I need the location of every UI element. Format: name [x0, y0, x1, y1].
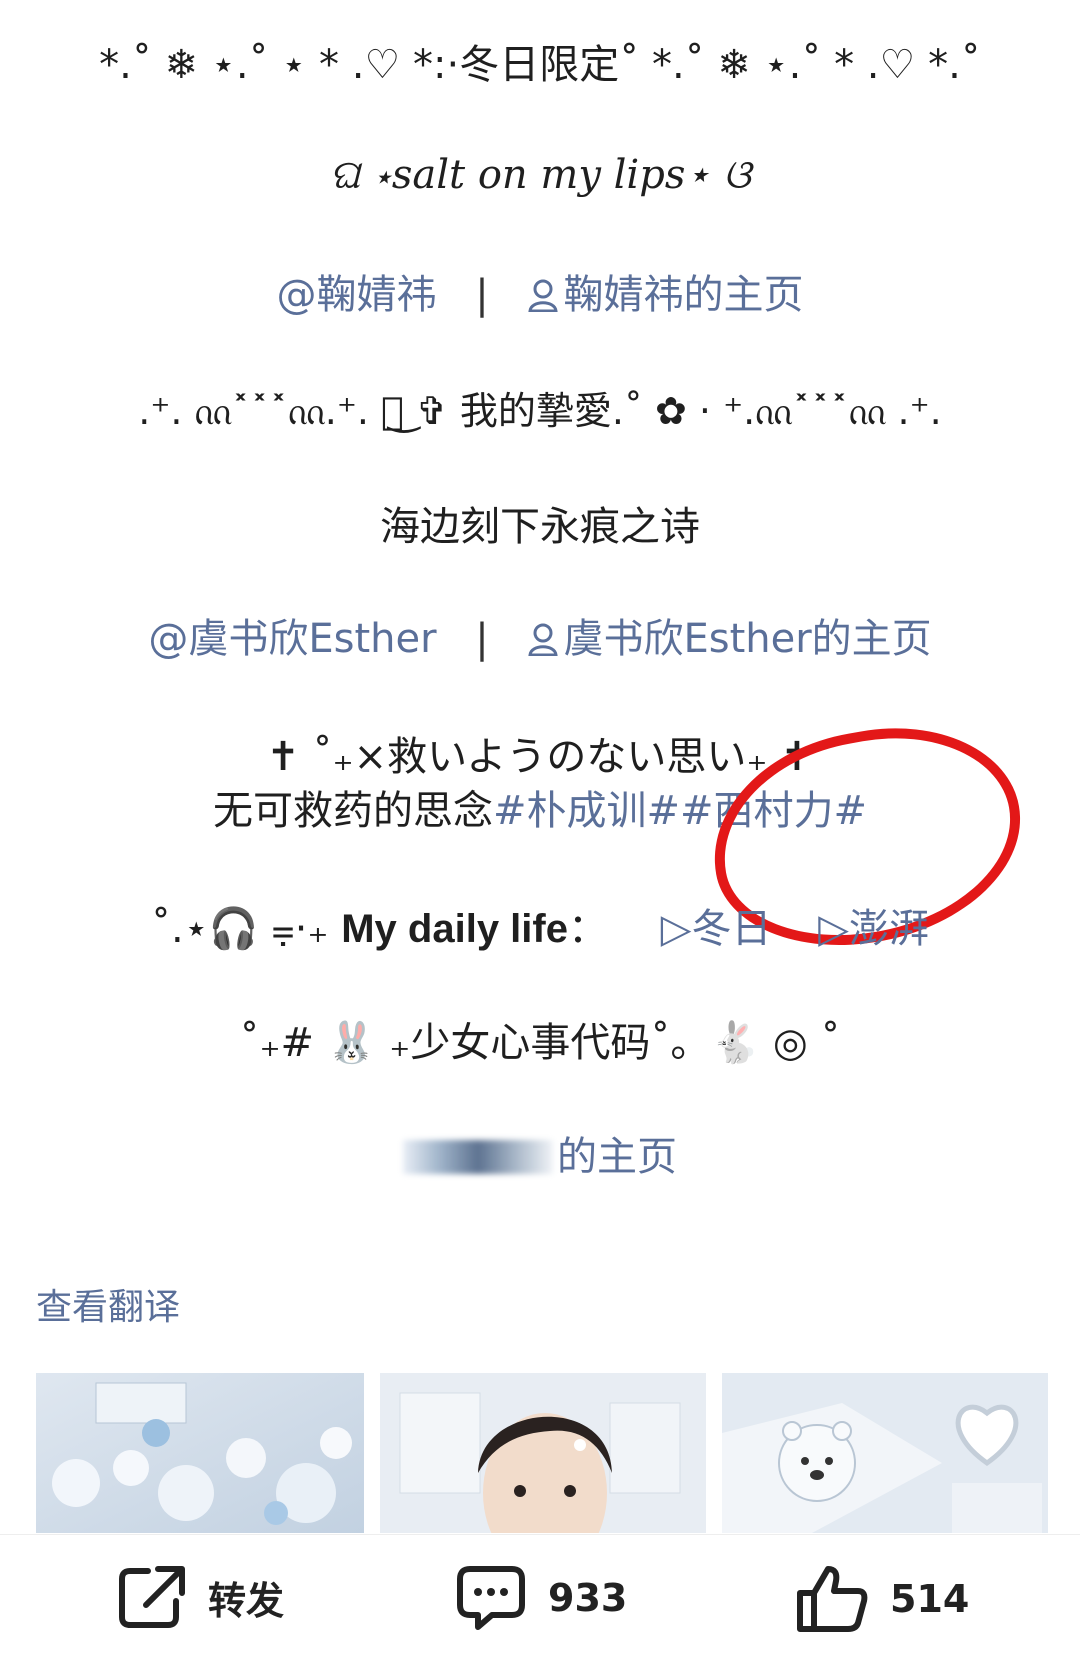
hashtag-prefix: 无可救药的思念	[212, 788, 493, 834]
mention-line-2: @虞书欣Esther | 虞书欣Esther的主页	[0, 606, 1080, 664]
image-thumbnail-3[interactable]	[722, 1373, 1048, 1533]
mention-line-3: 的主页	[0, 1124, 1080, 1182]
winter-items-image	[36, 1373, 364, 1533]
daily-prefix: ˚.⋆🎧 ⩦⋅₊	[151, 906, 342, 952]
poem-line: 海边刻下永痕之诗	[380, 504, 700, 550]
comment-button[interactable]: 933	[456, 1565, 627, 1631]
person-icon	[528, 623, 559, 656]
daily-title: My daily life	[341, 907, 568, 951]
separator: |	[475, 616, 489, 662]
mention-link-2[interactable]: @虞书欣Esther	[148, 616, 436, 662]
salt-line: ଘ ⋆salt on my lips⋆ ଓ	[329, 152, 751, 198]
comment-count: 933	[548, 1576, 628, 1620]
like-button[interactable]: 514	[796, 1565, 969, 1633]
girl-line: ˚₊# 🐰 ₊少女心事代码˚。🐇 ◎ ˚	[239, 1020, 841, 1066]
love-line: .⁺. ᦶ˟˟˟ᦶ.⁺. ᦶ͜ ✞ 我的摯愛.˚ ✿ · ⁺.ᦶ˟˟˟ᦶ .⁺.	[138, 389, 942, 433]
action-bar: 转发 933 514	[0, 1534, 1080, 1659]
daily-line: ˚.⋆🎧 ⩦⋅₊ My daily life： ▷冬日 ▷澎湃	[0, 896, 1080, 954]
hashtag-1[interactable]: #朴成训#	[493, 788, 680, 834]
profile-link-3[interactable]: 的主页	[403, 1134, 677, 1180]
image-thumbnail-1[interactable]	[36, 1373, 364, 1533]
bear-plate-image	[722, 1373, 1048, 1533]
winter-line: *.˚ ❄ ⋆.˚ ⋆ * .♡ *:·冬日限定˚ *.˚ ❄ ⋆.˚ * .♡…	[99, 42, 981, 88]
share-button[interactable]: 转发	[118, 1565, 284, 1629]
playlist-link-surge[interactable]: ▷澎湃	[818, 906, 929, 952]
separator: |	[475, 272, 489, 318]
mention-link-1[interactable]: @鞠婧祎	[277, 272, 437, 318]
share-icon	[119, 1566, 185, 1628]
profile-link-1[interactable]: 鞠婧祎的主页	[527, 272, 803, 318]
profile-link-2-label: 虞书欣Esther的主页	[563, 616, 932, 662]
portrait-image	[380, 1373, 706, 1533]
thumbs-up-icon	[797, 1566, 868, 1632]
japanese-line: ✝ ˚₊×救いようのない思い₊ ✝	[266, 734, 814, 780]
hashtag-2[interactable]: #西村力#	[680, 788, 867, 834]
blurred-name	[403, 1140, 553, 1174]
image-thumbnail-2[interactable]	[380, 1373, 706, 1533]
translate-link[interactable]: 查看翻译	[36, 1278, 180, 1330]
comment-icon	[457, 1566, 525, 1630]
profile-link-3-label: 的主页	[557, 1134, 677, 1180]
hashtag-line: 无可救药的思念#朴成训##西村力#	[0, 778, 1080, 836]
person-icon	[528, 279, 559, 312]
daily-colon: ：	[567, 906, 608, 952]
playlist-link-winter[interactable]: ▷冬日	[661, 906, 772, 952]
profile-link-1-label: 鞠婧祎的主页	[563, 272, 804, 318]
like-count: 514	[890, 1577, 970, 1621]
mention-line-1: @鞠婧祎 | 鞠婧祎的主页	[0, 262, 1080, 320]
profile-link-2[interactable]: 虞书欣Esther的主页	[527, 616, 932, 662]
share-label: 转发	[208, 1578, 285, 1623]
